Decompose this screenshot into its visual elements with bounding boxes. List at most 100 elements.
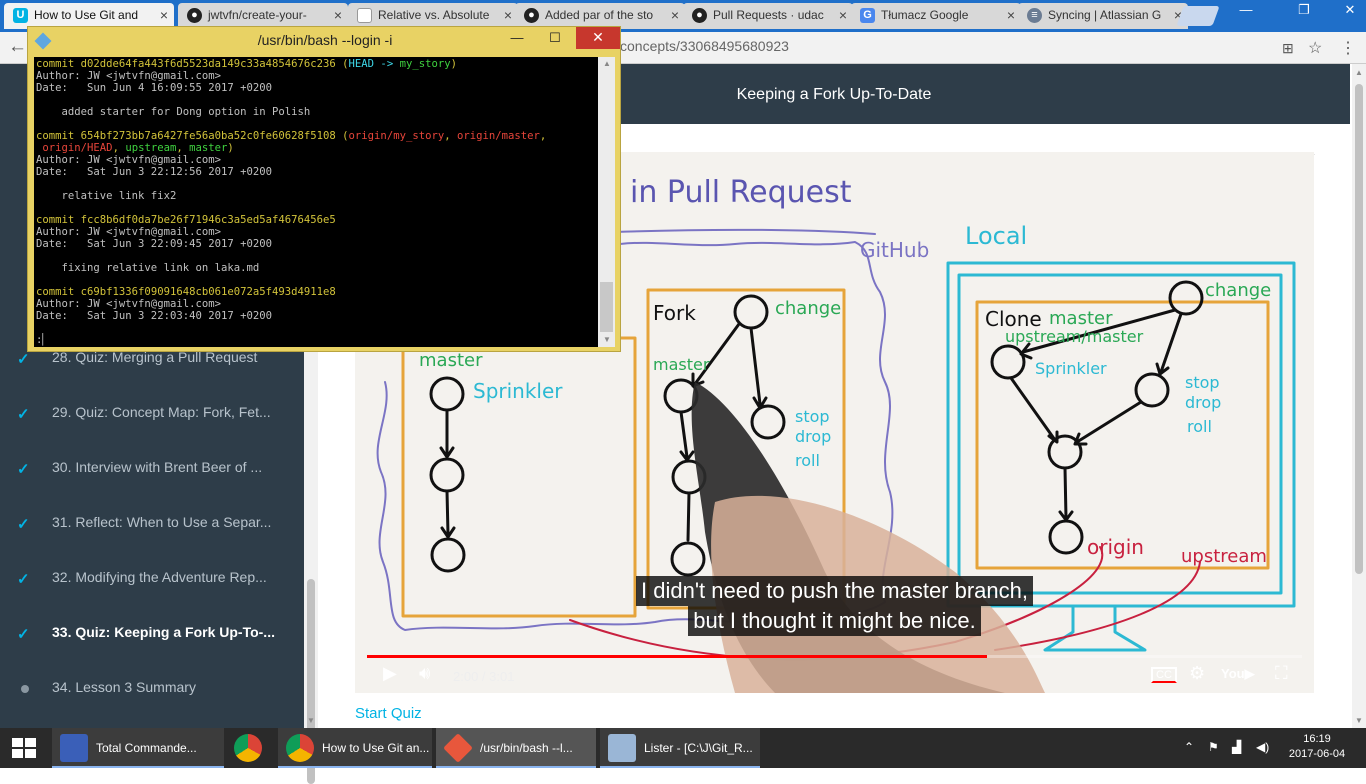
taskbar-lister[interactable]: Lister - [C:\J\Git_R... xyxy=(600,728,760,768)
drawing-upstream-label: upstream xyxy=(1181,546,1267,567)
tab-google-translate[interactable]: G Tłumacz Google × xyxy=(851,3,1021,29)
commit-author: JW <jwtvfn@gmail.com> xyxy=(87,70,221,82)
drawing-master-label: master xyxy=(653,355,710,374)
ref-upstream: upstream xyxy=(125,142,177,154)
commit-hash: d02dde64fa443f6d5523da149c33a4854676c236 xyxy=(80,58,336,70)
terminal-scrollbar[interactable]: ▲ ▼ xyxy=(598,57,615,347)
scroll-up-arrow-icon[interactable]: ▲ xyxy=(1355,68,1363,77)
drawing-drop-label: drop xyxy=(795,427,831,446)
clock[interactable]: 16:19 2017-06-04 xyxy=(1282,732,1352,762)
sidebar-item-33[interactable]: ✓ 33. Quiz: Keeping a Fork Up-To-... xyxy=(0,608,304,662)
progress-bar[interactable] xyxy=(367,655,1302,658)
lister-icon xyxy=(608,734,636,762)
commit-message: relative link fix2 xyxy=(61,190,177,202)
flag-icon[interactable]: ⚑ xyxy=(1208,740,1219,754)
floppy-icon xyxy=(60,734,88,762)
drawing-upstream-master-label: upstream/master xyxy=(1005,327,1144,346)
scrollbar-thumb[interactable] xyxy=(1355,84,1363,574)
ref-head: HEAD -> xyxy=(348,58,394,70)
subtitle-line: I didn't need to push the master branch, xyxy=(636,576,1033,606)
windows-taskbar: Total Commande... How to Use Git an... /… xyxy=(0,728,1366,768)
bash-window: /usr/bin/bash --login -i — ☐ ✕ commit d0… xyxy=(27,26,621,352)
scroll-down-arrow-icon[interactable]: ▼ xyxy=(307,716,315,725)
scroll-down-arrow-icon[interactable]: ▼ xyxy=(603,335,611,344)
tab-title: Syncing | Atlassian G xyxy=(1048,8,1162,22)
bash-title: /usr/bin/bash --login -i xyxy=(257,32,393,48)
start-quiz-link[interactable]: Start Quiz xyxy=(355,705,422,722)
close-icon[interactable]: × xyxy=(839,3,847,28)
lesson-label: 34. Lesson 3 Summary xyxy=(52,679,196,695)
commit-message: added starter for Dong option in Polish xyxy=(61,106,311,118)
drawing-fork-label: Fork xyxy=(653,301,696,325)
tab-title: Relative vs. Absolute xyxy=(378,8,490,22)
captions-icon[interactable]: CC xyxy=(1151,667,1177,683)
close-icon[interactable]: × xyxy=(504,3,512,28)
lesson-label: 31. Reflect: When to Use a Separ... xyxy=(52,514,272,530)
udacity-icon: U xyxy=(13,8,28,23)
checkmark-icon: ✓ xyxy=(17,571,30,588)
new-tab-button[interactable] xyxy=(1176,6,1220,26)
page-scrollbar[interactable]: ▲ ▼ xyxy=(1352,64,1366,728)
scroll-down-arrow-icon[interactable]: ▼ xyxy=(1355,716,1363,725)
maximize-icon[interactable]: ☐ xyxy=(540,29,570,49)
close-icon[interactable]: ✕ xyxy=(576,27,620,49)
close-icon[interactable]: × xyxy=(160,3,168,28)
menu-dots-icon[interactable]: ⋮ xyxy=(1340,38,1356,58)
taskbar-git-bash[interactable]: /usr/bin/bash --l... xyxy=(436,728,596,768)
tab-title: How to Use Git and xyxy=(34,8,139,22)
signal-icon[interactable]: ▟ xyxy=(1232,740,1241,754)
drawing-title: in Pull Request xyxy=(630,175,852,210)
terminal-output[interactable]: commit d02dde64fa443f6d5523da149c33a4854… xyxy=(34,57,598,347)
scroll-up-arrow-icon[interactable]: ▲ xyxy=(603,59,611,68)
taskbar-label: Lister - [C:\J\Git_R... xyxy=(644,741,753,755)
tab-title: Pull Requests · udac xyxy=(713,8,824,22)
minimize-icon[interactable]: — xyxy=(502,29,532,49)
database-icon: ≡ xyxy=(1027,8,1042,23)
back-arrow-icon[interactable]: ← xyxy=(8,36,27,58)
speaker-icon[interactable]: ◀) xyxy=(1256,740,1269,754)
commit-author: JW <jwtvfn@gmail.com> xyxy=(87,226,221,238)
lesson-label: 30. Interview with Brent Beer of ... xyxy=(52,459,263,475)
subtitle-line: but I thought it might be nice. xyxy=(688,606,981,636)
windows-start-icon[interactable] xyxy=(12,738,36,758)
bookmark-star-icon[interactable]: ☆ xyxy=(1308,38,1322,58)
sidebar-item-31[interactable]: ✓ 31. Reflect: When to Use a Separ... xyxy=(0,498,304,552)
minimize-icon[interactable]: — xyxy=(1232,0,1260,22)
close-icon[interactable]: × xyxy=(334,3,342,28)
drawing-stop-label: stop xyxy=(795,407,830,426)
close-icon[interactable]: × xyxy=(671,3,679,28)
settings-gear-icon[interactable]: ⚙ xyxy=(1189,663,1205,684)
drawing-master-label: master xyxy=(419,350,483,371)
translate-icon[interactable]: ⊞ xyxy=(1282,40,1294,57)
scrollbar-thumb[interactable] xyxy=(600,282,613,332)
volume-icon[interactable]: 🔊︎ xyxy=(419,663,430,684)
tray-expand-icon[interactable]: ⌃ xyxy=(1184,740,1194,754)
drawing-origin-label: origin xyxy=(1087,535,1144,559)
close-icon[interactable]: × xyxy=(1007,3,1015,28)
fullscreen-icon[interactable]: ⛶ xyxy=(1275,663,1288,684)
taskbar-chrome[interactable] xyxy=(226,728,274,768)
maximize-icon[interactable]: ❐ xyxy=(1290,0,1318,22)
drawing-roll-label: roll xyxy=(795,451,820,470)
play-icon[interactable]: ▶ xyxy=(383,663,397,684)
time-display: 2:00 / 3:01 xyxy=(453,669,515,684)
sidebar-item-29[interactable]: ✓ 29. Quiz: Concept Map: Fork, Fet... xyxy=(0,388,304,442)
checkmark-icon: ✓ xyxy=(17,351,30,368)
checkmark-icon: ✓ xyxy=(17,516,30,533)
commit-date: Sat Jun 3 22:09:45 2017 +0200 xyxy=(87,238,272,250)
drawing-sprinkler-label: Sprinkler xyxy=(473,379,563,403)
drawing-master-label: master xyxy=(1049,308,1113,329)
sidebar-item-30[interactable]: ✓ 30. Interview with Brent Beer of ... xyxy=(0,443,304,497)
youtube-logo-icon[interactable]: You▶ xyxy=(1221,666,1255,682)
tab-atlassian[interactable]: ≡ Syncing | Atlassian G × xyxy=(1018,3,1188,29)
url-field[interactable]: concepts/33068495680923 xyxy=(620,38,789,54)
tab-pull-requests[interactable]: ● Pull Requests · udac × xyxy=(683,3,853,29)
sidebar-item-34[interactable]: 34. Lesson 3 Summary xyxy=(0,663,304,717)
close-window-icon[interactable]: ✕ xyxy=(1336,0,1364,22)
sidebar-item-32[interactable]: ✓ 32. Modifying the Adventure Rep... xyxy=(0,553,304,607)
taskbar-total-commander[interactable]: Total Commande... xyxy=(52,728,224,768)
taskbar-label: How to Use Git an... xyxy=(322,741,430,755)
lesson-label: 33. Quiz: Keeping a Fork Up-To-... xyxy=(52,624,275,640)
taskbar-chrome-udacity[interactable]: How to Use Git an... xyxy=(278,728,432,768)
ref-master: master xyxy=(189,142,228,154)
